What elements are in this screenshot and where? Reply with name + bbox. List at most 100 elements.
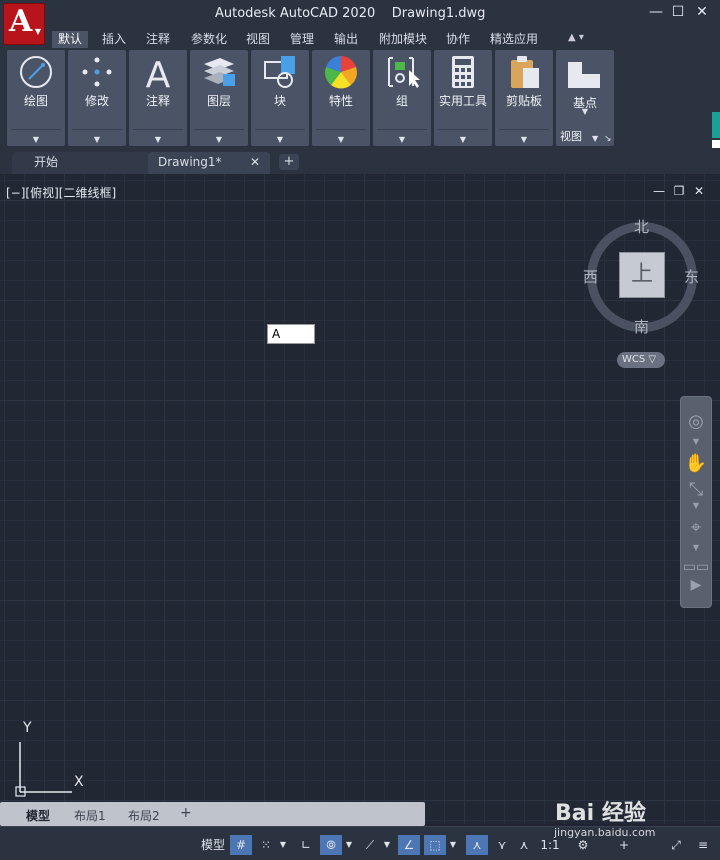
customize-menu-icon[interactable]: ≡ [692,835,714,855]
viewcube-top-face[interactable]: 上 [619,252,665,298]
grid-toggle-icon[interactable]: # [230,835,252,855]
tab-parametric[interactable]: 参数化 [185,31,233,48]
chevron-down-icon[interactable]: ▼ [344,835,354,855]
ribbon: 绘图 ▼ 修改 ▼ A 注释 ▼ 图层 ▼ 块 ▼ 特性 ▼ 组 ▼ 实用工具 … [0,48,720,148]
fullscreen-icon[interactable]: ⤢ [666,835,686,855]
tab-collaborate[interactable]: 协作 [440,31,476,48]
chevron-down-icon[interactable]: ▼ [190,135,248,144]
object-snap-icon[interactable]: ⬚ [424,835,446,855]
side-accent-bar [712,112,720,138]
chevron-down-icon[interactable]: ▼ [495,135,553,144]
panel-layers-label: 图层 [206,94,231,108]
ucs-y-label: Y [23,720,32,736]
baidu-watermark-url: jingyan.baidu.com [554,826,656,839]
chevron-down-icon[interactable]: ▼ [681,501,711,510]
tab-default[interactable]: 默认 [52,31,89,48]
panel-draw[interactable]: 绘图 ▼ [7,50,65,146]
model-space-button[interactable]: 模型 [198,835,228,855]
chevron-down-icon[interactable]: ▼ [373,135,431,144]
application-menu-button[interactable]: A ▼ [3,3,45,45]
view-panel-label[interactable]: 视图 [560,128,582,144]
viewport-close-button[interactable]: ✕ [692,184,706,198]
viewport-restore-button[interactable]: ❐ [672,184,686,198]
pan-hand-icon[interactable]: ✋ [681,453,711,474]
play-icon[interactable]: ▶ [681,577,711,593]
wcs-dropdown[interactable]: WCS ▽ [617,352,665,368]
autocad-logo-icon: A [9,4,33,39]
chevron-down-icon[interactable]: ▼ [68,135,126,144]
panel-annotation[interactable]: A 注释 ▼ [129,50,187,146]
chevron-down-icon[interactable]: ▼ [251,135,309,144]
panel-modify-label: 修改 [84,94,109,108]
panel-layers[interactable]: 图层 ▼ [190,50,248,146]
ribbon-display-toggle-icon[interactable]: ▲ ▾ [568,32,584,43]
panel-properties[interactable]: 特性 ▼ [312,50,370,146]
panel-launcher-icon[interactable]: ↘ [604,134,612,144]
panel-utilities[interactable]: 实用工具 ▼ [434,50,492,146]
annotation-scale-icon[interactable]: ⋏ [514,835,534,855]
group-icon [388,57,420,88]
tab-manage[interactable]: 管理 [284,31,320,48]
tab-layout1[interactable]: 布局1 [74,807,106,824]
chevron-down-icon[interactable]: ▼ [556,107,614,116]
tab-output[interactable]: 输出 [328,31,364,48]
orbit-icon[interactable]: ⌖ [681,517,711,538]
tab-view[interactable]: 视图 [240,31,276,48]
minimize-button[interactable]: — [646,4,666,20]
panel-modify[interactable]: 修改 ▼ [68,50,126,146]
tab-drawing1[interactable]: Drawing1* ✕ [148,152,270,174]
panel-clipboard[interactable]: 剪贴板 ▼ [495,50,553,146]
drawing-canvas[interactable]: [−][俯视][二维线框] — ❐ ✕ A 北 南 东 西 上 WCS ▽ ◎ … [0,174,720,824]
tab-layout2[interactable]: 布局2 [128,807,160,824]
annotation-visibility-icon[interactable]: ⋏ [466,835,488,855]
panel-group[interactable]: 组 ▼ [373,50,431,146]
new-layout-button[interactable]: + [180,805,192,821]
chevron-down-icon[interactable]: ▼ [129,135,187,144]
layout-tab-bar: 模型 布局1 布局2 + [0,802,425,826]
close-button[interactable]: ✕ [692,4,712,20]
chevron-down-icon[interactable]: ▼ [434,135,492,144]
panel-view[interactable]: 基点 ▼ 视图 ▼ ↘ [556,50,614,146]
text-input-box[interactable]: A [267,324,315,344]
object-snap-tracking-icon[interactable]: ∠ [398,835,420,855]
calculator-icon [452,56,474,88]
tab-insert[interactable]: 插入 [96,31,132,48]
isodraft-icon[interactable]: ⟋ [360,835,380,855]
zoom-extents-icon[interactable]: ⤡ [681,479,711,500]
chevron-down-icon[interactable]: ▼ [312,135,370,144]
maximize-button[interactable]: ☐ [668,4,688,20]
panel-utilities-label: 实用工具 [438,94,487,108]
chevron-down-icon[interactable]: ▼ [681,437,711,446]
title-bar: Autodesk AutoCAD 2020 Drawing1.dwg — ☐ ✕ [0,0,720,30]
viewcube-south[interactable]: 南 [634,316,649,337]
tab-annotate[interactable]: 注释 [140,31,176,48]
chevron-down-icon[interactable]: ▼ [448,835,458,855]
steering-wheel-icon[interactable]: ◎ [681,411,711,432]
chevron-down-icon[interactable]: ▼ [7,135,65,144]
properties-color-wheel-icon [325,56,357,89]
close-tab-icon[interactable]: ✕ [250,152,260,172]
new-tab-button[interactable]: + [279,154,299,170]
ribbon-tab-row: 默认 插入 注释 参数化 视图 管理 输出 附加模块 协作 精选应用 ▲ ▾ [0,30,720,48]
viewport-minimize-button[interactable]: — [652,184,666,198]
tab-start[interactable]: 开始 [12,152,150,174]
panel-block-label: 块 [273,94,286,108]
chevron-down-icon: ▼ [34,27,41,36]
auto-scale-icon[interactable]: ⋎ [492,835,512,855]
snap-mode-icon[interactable]: ⁙ [256,835,276,855]
viewcube-east[interactable]: 东 [684,266,699,287]
tab-model[interactable]: 模型 [26,807,50,824]
viewcube-north[interactable]: 北 [634,216,649,237]
chevron-down-icon[interactable]: ▼ [592,134,598,143]
tab-featured-apps[interactable]: 精选应用 [484,31,544,48]
viewcube-west[interactable]: 西 [583,266,598,287]
ortho-mode-icon[interactable]: ∟ [296,835,316,855]
chevron-down-icon[interactable]: ▼ [681,543,711,552]
polar-tracking-icon[interactable]: ⦾ [320,835,342,855]
chevron-down-icon[interactable]: ▼ [278,835,288,855]
tab-addins[interactable]: 附加模块 [373,31,433,48]
panel-block[interactable]: 块 ▼ [251,50,309,146]
chevron-down-icon[interactable]: ▼ [382,835,392,855]
ucs-icon [15,742,72,797]
showmotion-icon[interactable]: ▭▭ [681,559,711,575]
